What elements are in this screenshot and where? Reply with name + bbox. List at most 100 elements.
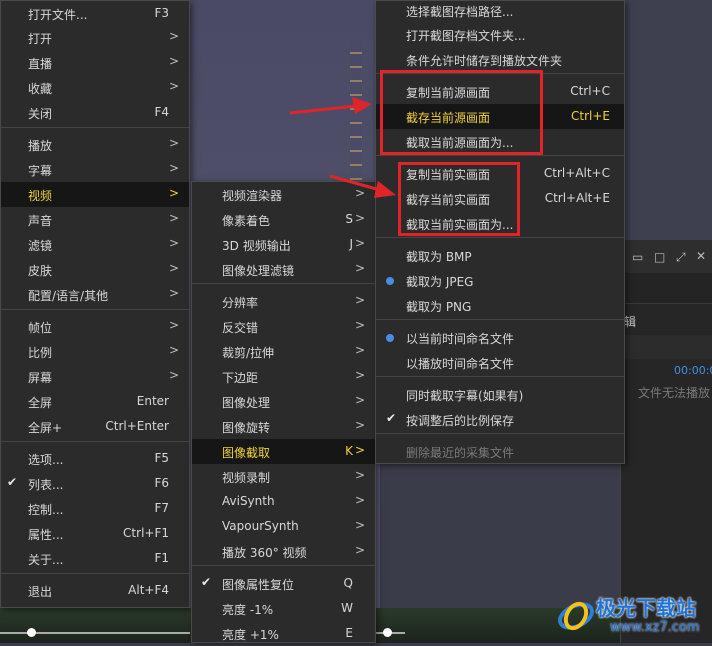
menu1-item-3[interactable]: 收藏 >: [1, 75, 189, 100]
menu-item-label: 关于...: [28, 553, 64, 567]
volume-handle[interactable]: [383, 628, 392, 637]
menu2-item-9[interactable]: 图像旋转 >: [192, 414, 375, 439]
menu-item-label: 视频录制: [222, 471, 271, 485]
menu-item-label: 删除最近的采集文件: [406, 446, 515, 460]
annotation-box-source: [380, 70, 543, 155]
submenu-arrow-icon: >: [354, 368, 365, 382]
menu2-item-10[interactable]: 图像截取 K >: [192, 439, 375, 464]
menu3-item-0[interactable]: 选择截图存档路径...: [376, 0, 624, 23]
menu1-item-0[interactable]: 打开文件... F3: [1, 1, 189, 26]
video-submenu: 视频渲染器 > 像素着色 S >3D 视频输出 J > 图像处理滤镜 > 分辨率 > 反交错 > 裁剪/拉…: [191, 181, 376, 643]
submenu-arrow-icon: >: [354, 318, 365, 332]
menu1-item-1[interactable]: 打开 >: [1, 25, 189, 50]
submenu-arrow-icon: >: [168, 186, 179, 200]
menu2-item-6[interactable]: 裁剪/拉伸 >: [192, 339, 375, 364]
submenu-arrow-icon: >: [168, 29, 179, 43]
menu1-item-14[interactable]: 屏幕 >: [1, 364, 189, 389]
menu2-item-13[interactable]: VapourSynth >: [192, 514, 375, 539]
menu1-item-2[interactable]: 直播 >: [1, 50, 189, 75]
submenu-arrow-icon: >: [354, 418, 365, 432]
checkmark-icon: ✔: [7, 475, 18, 489]
submenu-arrow-icon: >: [354, 518, 365, 532]
menu3-item-12[interactable]: 以当前时间命名文件: [376, 325, 624, 350]
menu1-item-12[interactable]: 帧位 >: [1, 314, 189, 339]
menu1-item-6[interactable]: 字幕 >: [1, 157, 189, 182]
menu1-item-8[interactable]: 声音 >: [1, 207, 189, 232]
video-lights: [350, 40, 362, 180]
submenu-arrow-icon: >: [168, 79, 179, 93]
menu1-item-10[interactable]: 皮肤 >: [1, 257, 189, 282]
menu-item-shortcut: Ctrl+E: [571, 109, 610, 123]
checkmark-icon: ✔: [386, 411, 397, 425]
window-icon[interactable]: ▭: [632, 250, 643, 264]
menu-item-shortcut: J: [349, 237, 353, 251]
menu1-item-9[interactable]: 滤镜 >: [1, 232, 189, 257]
menu1-item-4[interactable]: 关闭 F4: [1, 100, 189, 125]
menu2-item-4[interactable]: 分辨率 >: [192, 289, 375, 314]
menu-item-label: 截取为 BMP: [406, 250, 472, 264]
menu-separator: [376, 237, 624, 238]
menu-separator: [1, 441, 189, 442]
menu-item-shortcut: Ctrl+C: [570, 84, 610, 98]
menu-separator: [192, 283, 375, 284]
menu-item-shortcut: Ctrl+F1: [123, 526, 169, 540]
menu2-item-3[interactable]: 图像处理滤镜 >: [192, 257, 375, 282]
menu2-item-14[interactable]: 播放 360° 视频 >: [192, 539, 375, 564]
menu2-item-12[interactable]: AviSynth >: [192, 489, 375, 514]
menu2-item-7[interactable]: 下边距 >: [192, 364, 375, 389]
menu-item-label: 截取为 PNG: [406, 300, 472, 314]
menu-item-label: 亮度 +1%: [222, 628, 279, 642]
menu-item-label: 选择截图存档路径...: [406, 5, 514, 19]
menu1-item-7[interactable]: 视频 >: [1, 182, 189, 207]
seek-handle[interactable]: [27, 628, 36, 637]
menu1-item-20[interactable]: 属性... Ctrl+F1: [1, 521, 189, 546]
menu1-item-22[interactable]: 退出 Alt+F4: [1, 578, 189, 603]
menu-separator: [1, 127, 189, 128]
menu3-item-14[interactable]: 同时截取字幕(如果有): [376, 382, 624, 407]
menu-item-label: 3D 视频输出: [222, 239, 291, 253]
annotation-box-actual: [398, 162, 520, 236]
menu-item-label: 分辨率: [222, 296, 259, 310]
menu1-item-13[interactable]: 比例 >: [1, 339, 189, 364]
menu3-item-15[interactable]: ✔ 按调整后的比例保存: [376, 407, 624, 432]
menu2-item-17[interactable]: 亮度 +1% E: [192, 621, 375, 646]
menu1-item-15[interactable]: 全屏 Enter: [1, 389, 189, 414]
menu3-item-2[interactable]: 条件允许时储存到播放文件夹: [376, 47, 624, 72]
menu-item-label: 亮度 -1%: [222, 603, 274, 617]
menu-item-shortcut: W: [341, 601, 353, 615]
menu2-item-16[interactable]: 亮度 -1% W: [192, 596, 375, 621]
submenu-arrow-icon: >: [168, 211, 179, 225]
menu2-item-8[interactable]: 图像处理 >: [192, 389, 375, 414]
submenu-arrow-icon: >: [168, 368, 179, 382]
menu3-item-9[interactable]: 截取为 BMP: [376, 243, 624, 268]
menu2-item-2[interactable]: 3D 视频输出 J >: [192, 232, 375, 257]
menu3-item-11[interactable]: 截取为 PNG: [376, 293, 624, 318]
menu-item-label: 图像处理滤镜: [222, 264, 295, 278]
maximize-icon[interactable]: □: [654, 250, 665, 264]
submenu-arrow-icon: >: [168, 286, 179, 300]
menu1-item-16[interactable]: 全屏+ Ctrl+Enter: [1, 414, 189, 439]
fullscreen-icon[interactable]: ⤢: [676, 250, 686, 265]
menu1-item-11[interactable]: 配置/语言/其他 >: [1, 282, 189, 307]
menu3-item-10[interactable]: 截取为 JPEG: [376, 268, 624, 293]
menu2-item-5[interactable]: 反交错 >: [192, 314, 375, 339]
menu1-item-17[interactable]: 选项... F5: [1, 446, 189, 471]
menu2-item-15[interactable]: ✔ 图像属性复位 Q: [192, 571, 375, 596]
close-icon[interactable]: ✕: [696, 249, 706, 263]
menu-item-label: 控制...: [28, 503, 64, 517]
menu-item-label: 配置/语言/其他: [28, 289, 109, 303]
menu2-item-11[interactable]: 视频录制 >: [192, 464, 375, 489]
submenu-arrow-icon: >: [168, 318, 179, 332]
menu3-item-1[interactable]: 打开截图存档文件夹...: [376, 22, 624, 47]
menu1-item-21[interactable]: 关于... F1: [1, 546, 189, 571]
menu2-item-1[interactable]: 像素着色 S >: [192, 207, 375, 232]
menu3-item-13[interactable]: 以播放时间命名文件: [376, 350, 624, 375]
menu-item-label: 打开: [28, 32, 53, 46]
menu2-item-0[interactable]: 视频渲染器 >: [192, 182, 375, 207]
menu1-item-18[interactable]: ✔ 列表... F6: [1, 471, 189, 496]
menu1-item-5[interactable]: 播放 >: [1, 132, 189, 157]
menu3-item-16: 删除最近的采集文件: [376, 439, 624, 464]
menu-item-label: 以播放时间命名文件: [406, 357, 515, 371]
player-tab-label[interactable]: 辑: [624, 313, 636, 330]
menu1-item-19[interactable]: 控制... F7: [1, 496, 189, 521]
